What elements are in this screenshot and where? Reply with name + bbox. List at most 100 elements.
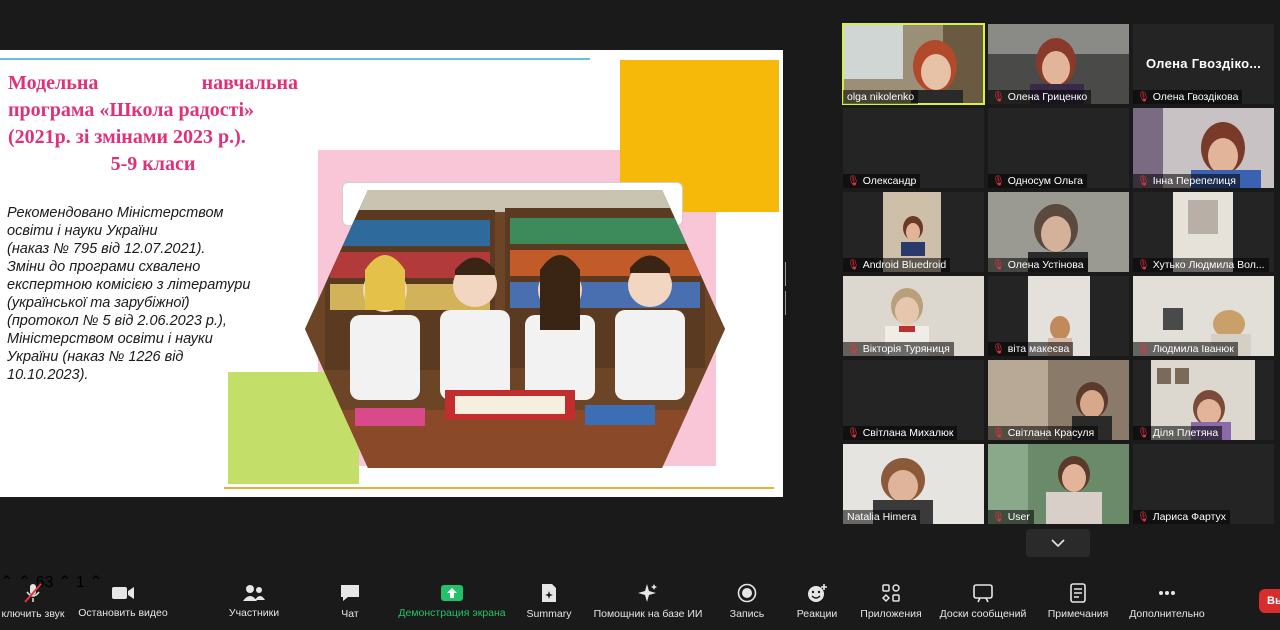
participant-name: 🎙 User (988, 510, 1034, 524)
participant-name: 🎙 віта макеєва (988, 342, 1074, 356)
body-line: експертною комісією з літератури (7, 277, 251, 293)
ai-assistant-button[interactable]: Помощник на базе ИИ (586, 572, 710, 630)
more-label: Дополнительно (1129, 607, 1205, 620)
notes-icon (1070, 582, 1086, 603)
more-button[interactable]: Дополнительно (1124, 572, 1210, 630)
shared-slide: Модельна навчальна програма «Школа радост… (0, 50, 783, 497)
participant-name: Natalia Himera (843, 510, 921, 524)
title-line-2: програма «Школа радості» (8, 99, 255, 121)
mic-muted-icon: 🎙 (847, 428, 860, 439)
participant-big-name: Олена Гвоздіко... (1145, 56, 1262, 71)
apps-label: Приложения (860, 607, 922, 620)
participant-tile[interactable]: olga nikolenko (842, 23, 985, 105)
participant-tile[interactable]: 🎙 Інна Перепелиця (1133, 108, 1274, 188)
participant-tile[interactable]: 🎙 Людмила Іванюк (1133, 276, 1274, 356)
participant-tile[interactable]: 🎙 Лариса Фартух (1133, 444, 1274, 524)
participant-tile[interactable]: Олена Гвоздіко... 🎙 Олена Гвоздікова (1133, 24, 1274, 104)
mic-muted-icon: 🎙 (992, 176, 1005, 187)
board-icon (973, 583, 993, 602)
layout-divider-handle[interactable] (785, 262, 789, 315)
participant-name: 🎙 Хутько Людмила Вол... (1133, 258, 1269, 272)
boards-label: Доски сообщений (939, 607, 1027, 620)
apps-icon (881, 583, 900, 602)
mic-muted-icon: 🎙 (1137, 344, 1150, 355)
participant-tile[interactable]: 🎙 Односум Ольга (988, 108, 1129, 188)
mic-muted-icon: 🎙 (992, 260, 1005, 271)
participant-name: 🎙 Вікторія Туряниця (843, 342, 954, 356)
people-icon (243, 584, 265, 601)
mute-label: ключить звук (1, 607, 65, 620)
chat-bubble-icon (341, 584, 359, 601)
participant-tile[interactable]: 🎙 User (988, 444, 1129, 524)
body-line: Зміни до програми схвалено (7, 259, 201, 275)
participant-name: 🎙 Інна Перепелиця (1133, 174, 1240, 188)
participant-tile[interactable]: Natalia Himera (843, 444, 984, 524)
participant-name: 🎙 Олена Гриценко (988, 90, 1092, 104)
participant-tile[interactable]: 🎙 Вікторія Туряниця (843, 276, 984, 356)
body-line: освіти і науки України (7, 223, 158, 239)
participant-name: olga nikolenko (843, 90, 919, 104)
participant-name: 🎙 Олена Гвоздікова (1133, 90, 1243, 104)
mic-muted-icon: 🎙 (847, 344, 860, 355)
mic-muted-icon: 🎙 (1137, 92, 1150, 103)
mic-off-icon (24, 582, 42, 603)
reactions-button[interactable]: Реакции (792, 572, 842, 630)
summary-button[interactable]: Summary (520, 572, 578, 630)
slide-top-line (0, 58, 590, 60)
mic-muted-icon: 🎙 (992, 344, 1005, 355)
participant-tile[interactable]: 🎙 Діля Плетяна (1133, 360, 1274, 440)
chevron-down-icon (1051, 539, 1065, 547)
participant-tile[interactable]: 🎙 Олександр (843, 108, 984, 188)
mic-muted-icon: 🎙 (1137, 260, 1150, 271)
body-line: Міністерством освіти і науки (7, 331, 213, 347)
smiley-plus-icon (808, 583, 827, 602)
gallery-next-page-button[interactable] (1026, 529, 1090, 557)
slide-body-text: Рекомендовано Міністерством освіти і нау… (7, 204, 297, 384)
participant-tile[interactable]: 🎙 Олена Устінова (988, 192, 1129, 272)
participant-name: 🎙 Android Bluedroid (843, 258, 951, 272)
body-line: (української та зарубіжної) (7, 295, 190, 311)
video-label: Остановить видео (78, 606, 168, 619)
mute-button[interactable]: ключить звук (0, 572, 66, 630)
mic-muted-icon: 🎙 (847, 176, 860, 187)
mic-muted-icon: 🎙 (992, 92, 1005, 103)
share-screen-button[interactable]: Демонстрация экрана (392, 572, 512, 630)
participant-name: 🎙 Світлана Красуля (988, 426, 1099, 440)
body-line: 10.10.2023). (7, 367, 89, 383)
notes-button[interactable]: Примечания (1042, 572, 1114, 630)
record-button[interactable]: Запись (724, 572, 770, 630)
participant-name: 🎙 Лариса Фартух (1133, 510, 1231, 524)
participant-name: 🎙 Людмила Іванюк (1133, 342, 1238, 356)
chat-label: Чат (341, 607, 359, 620)
mic-muted-icon: 🎙 (1137, 176, 1150, 187)
end-meeting-button[interactable]: Вы (1259, 589, 1280, 613)
title-word-2: навчальна (201, 72, 298, 94)
participants-button[interactable]: Участники (222, 572, 286, 630)
share-screen-icon (441, 584, 463, 601)
participant-tile[interactable]: 🎙 Олена Гриценко (988, 24, 1129, 104)
participant-tile[interactable]: 🎙 Світлана Красуля (988, 360, 1129, 440)
participant-name: 🎙 Діля Плетяна (1133, 426, 1223, 440)
share-label: Демонстрация экрана (398, 606, 506, 619)
slide-photo-children-reading (305, 190, 725, 468)
participant-tile[interactable]: 🎙 віта макеєва (988, 276, 1129, 356)
reactions-label: Реакции (796, 607, 838, 620)
participant-name: 🎙 Світлана Михалюк (843, 426, 958, 440)
body-line: (наказ № 795 від 12.07.2021). (7, 241, 206, 257)
boards-button[interactable]: Доски сообщений (934, 572, 1032, 630)
sparkle-icon (638, 583, 657, 602)
participant-tile[interactable]: 🎙 Світлана Михалюк (843, 360, 984, 440)
title-line-3: (2021р. зі змінами 2023 р.). (8, 126, 246, 148)
record-label: Запись (729, 607, 765, 620)
summary-icon (542, 583, 556, 602)
body-line: (протокол № 5 від 2.06.2023 р.), (7, 313, 227, 329)
mic-muted-icon: 🎙 (847, 260, 860, 271)
participant-tile[interactable]: 🎙 Хутько Людмила Вол... (1133, 192, 1274, 272)
apps-button[interactable]: Приложения (856, 572, 926, 630)
chat-button[interactable]: Чат (332, 572, 368, 630)
participant-name: 🎙 Олена Устінова (988, 258, 1088, 272)
summary-label: Summary (526, 607, 572, 620)
stop-video-button[interactable]: Остановить видео (74, 572, 172, 630)
more-dots-icon (1159, 590, 1175, 595)
participant-tile[interactable]: 🎙 Android Bluedroid (843, 192, 984, 272)
